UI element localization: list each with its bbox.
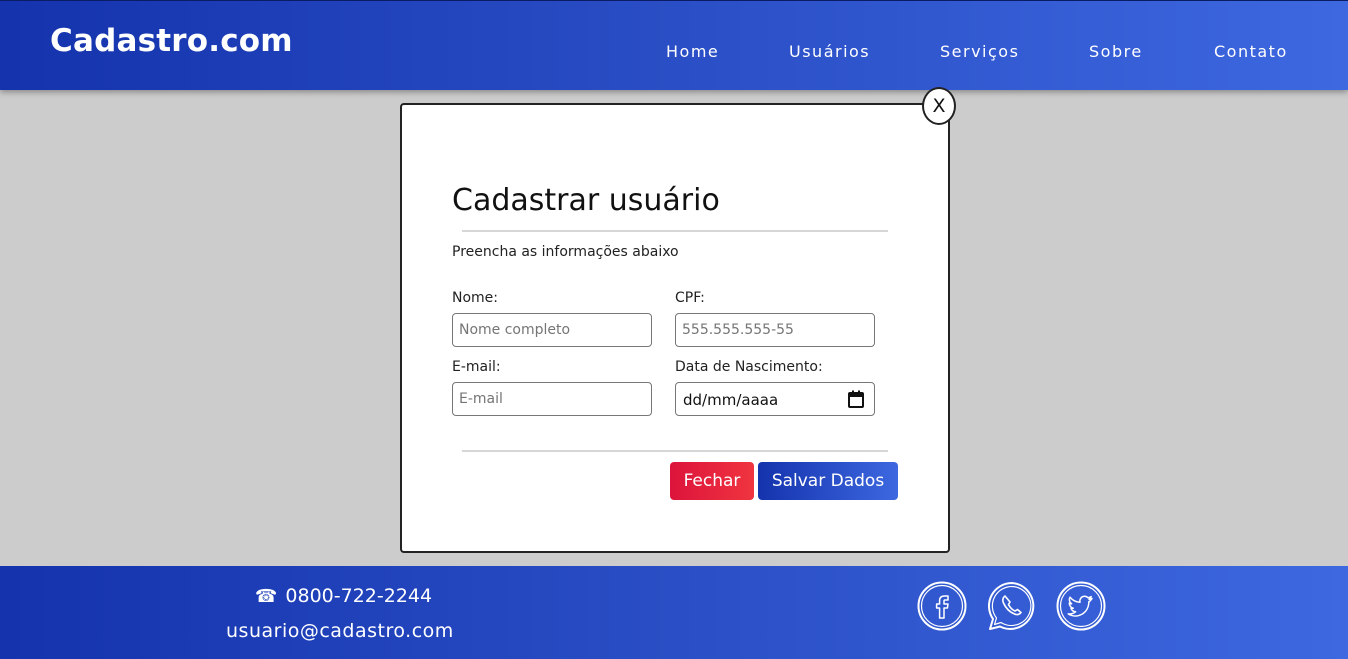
nav-item-usuarios[interactable]: Usuários — [789, 42, 870, 61]
phone-number: 0800-722-2244 — [285, 585, 433, 607]
birthdate-format: dd/mm/aaaa — [683, 391, 779, 409]
modal-title: Cadastrar usuário — [452, 183, 720, 218]
site-footer: ☎ 0800-722-2244 usuario@cadastro.com — [0, 566, 1348, 659]
nav-item-home[interactable]: Home — [666, 42, 719, 61]
nome-input[interactable] — [452, 313, 652, 347]
whatsapp-icon[interactable] — [987, 581, 1037, 631]
nome-label: Nome: — [452, 290, 499, 306]
cpf-input[interactable] — [675, 313, 875, 347]
modal-divider-bottom — [462, 450, 888, 452]
phone-icon: ☎ — [255, 585, 278, 607]
nav-item-sobre[interactable]: Sobre — [1089, 42, 1143, 61]
footer-email[interactable]: usuario@cadastro.com — [226, 620, 454, 642]
site-header: Cadastro.com Home Usuários Serviços Sobr… — [0, 0, 1348, 90]
salvar-dados-button[interactable]: Salvar Dados — [758, 462, 898, 500]
register-user-modal: Cadastrar usuário Preencha as informaçõe… — [400, 103, 950, 553]
nav-item-servicos[interactable]: Serviços — [940, 42, 1019, 61]
nav-item-contato[interactable]: Contato — [1214, 42, 1288, 61]
fechar-button[interactable]: Fechar — [670, 462, 754, 500]
calendar-icon[interactable] — [848, 390, 864, 408]
birthdate-input[interactable]: dd/mm/aaaa — [675, 382, 875, 416]
modal-divider-top — [462, 230, 888, 232]
footer-phone: ☎ 0800-722-2244 — [255, 585, 432, 607]
email-label: E-mail: — [452, 359, 501, 375]
twitter-icon[interactable] — [1056, 581, 1106, 631]
cpf-label: CPF: — [675, 290, 705, 306]
facebook-icon[interactable] — [917, 581, 967, 631]
modal-close-button[interactable]: X — [922, 87, 956, 125]
email-input[interactable] — [452, 382, 652, 416]
main-nav: Home Usuários Serviços Sobre Contato — [0, 42, 1348, 64]
modal-subtitle: Preencha as informações abaixo — [452, 244, 679, 260]
birthdate-label: Data de Nascimento: — [675, 359, 823, 375]
